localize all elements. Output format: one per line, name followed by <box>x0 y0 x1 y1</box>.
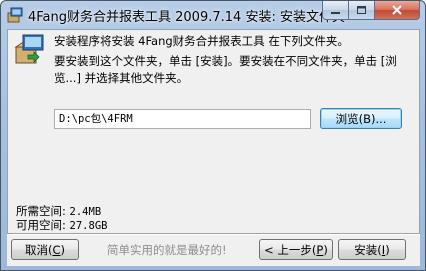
button-bar: 取消(C) 简单实用的就是最好的! < 上一步(P) 安装(I) <box>7 233 420 266</box>
available-space: 可用空间: 27.8GB <box>16 218 107 233</box>
cancel-label: 取消 <box>24 242 48 257</box>
intro-line-2: 要安装到这个文件夹，单击 [安装]。要安装在不同文件夹，单击 [浏览...] 并… <box>54 54 397 85</box>
intro-text: 安装程序将安装 4Fang财务合并报表工具 在下列文件夹。 要安装到这个文件夹，… <box>54 33 416 90</box>
install-shortcut: I <box>381 242 386 257</box>
browse-label: 浏览 <box>335 111 359 126</box>
installer-icon <box>7 7 23 23</box>
available-space-value: 27.8GB <box>69 220 108 232</box>
branding-text: 简单实用的就是最好的! <box>107 243 227 257</box>
window-controls <box>322 1 420 21</box>
back-button[interactable]: < 上一步(P) <box>259 239 333 260</box>
close-icon <box>392 5 402 15</box>
maximize-button[interactable] <box>349 1 375 20</box>
title-bar[interactable]: 4Fang财务合并报表工具 2009.7.14 安装: 安装文件夹 <box>1 1 425 29</box>
install-button[interactable]: 安装(I) <box>338 239 406 260</box>
wizard-panel: 安装程序将安装 4Fang财务合并报表工具 在下列文件夹。 要安装到这个文件夹，… <box>7 29 420 266</box>
window-title: 4Fang财务合并报表工具 2009.7.14 安装: 安装文件夹 <box>28 10 345 25</box>
close-button[interactable] <box>375 1 420 20</box>
cancel-shortcut: C <box>52 242 61 257</box>
back-label: < 上一步 <box>264 242 312 257</box>
intro-line-1: 安装程序将安装 4Fang财务合并报表工具 在下列文件夹。 <box>54 34 349 48</box>
footer-divider <box>7 233 420 235</box>
browse-button[interactable]: 浏览 (B)... <box>320 108 402 129</box>
back-shortcut: P <box>316 242 324 257</box>
required-space-label: 所需空间: <box>16 204 70 218</box>
maximize-icon <box>357 5 366 14</box>
minimize-button[interactable] <box>322 1 349 20</box>
installer-window: 4Fang财务合并报表工具 2009.7.14 安装: 安装文件夹 安装程序将安… <box>0 0 426 271</box>
installer-box-icon <box>14 34 44 64</box>
required-space-value: 2.4MB <box>69 206 102 218</box>
available-space-label: 可用空间: <box>16 218 70 232</box>
install-label: 安装 <box>354 242 378 257</box>
minimize-icon <box>331 11 340 14</box>
cancel-button[interactable]: 取消(C) <box>11 239 79 260</box>
destination-folder-input[interactable]: D:\pc包\4FRM <box>54 109 311 129</box>
browse-shortcut: (B)... <box>358 111 387 126</box>
required-space: 所需空间: 2.4MB <box>16 204 101 219</box>
